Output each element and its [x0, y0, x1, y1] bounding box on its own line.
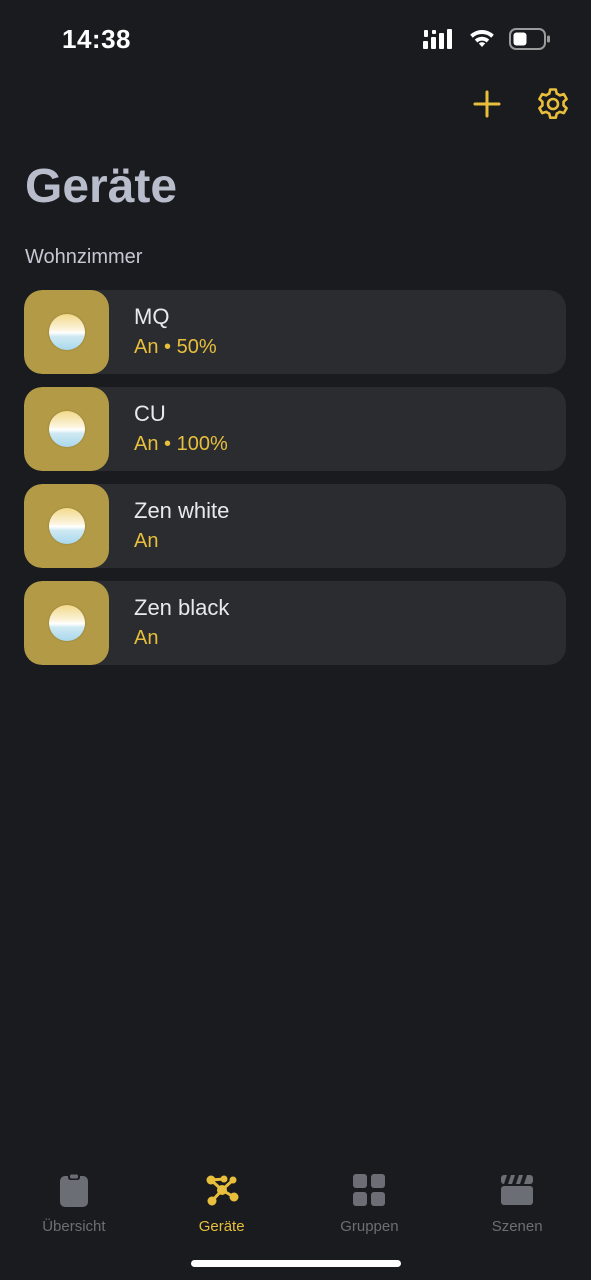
home-indicator[interactable]: [191, 1260, 401, 1267]
light-bulb-icon: [48, 314, 85, 350]
light-bulb-icon: [48, 508, 85, 544]
device-status: An • 50%: [134, 336, 217, 358]
device-toggle-tile[interactable]: [24, 484, 109, 568]
page-title: Geräte: [25, 160, 178, 213]
device-toggle-tile[interactable]: [24, 581, 109, 665]
device-name: Zen white: [134, 498, 230, 523]
device-name: Zen black: [134, 595, 230, 620]
add-device-button[interactable]: [467, 86, 507, 126]
device-status: An: [134, 627, 159, 649]
light-bulb-icon: [48, 605, 85, 641]
status-bar: 14:38: [0, 0, 591, 80]
status-time: 14:38: [62, 24, 131, 54]
network-nodes-icon: [202, 1170, 242, 1210]
room-section-label: Wohnzimmer: [25, 246, 143, 268]
device-toggle-tile[interactable]: [24, 387, 109, 471]
cellular-signal-icon: [423, 28, 455, 55]
grid-icon: [349, 1170, 389, 1210]
tab-label: Übersicht: [42, 1218, 106, 1235]
tab-overview[interactable]: Übersicht: [0, 1150, 148, 1280]
device-card[interactable]: Zen black An: [24, 581, 566, 665]
plus-icon: [472, 89, 502, 124]
device-toggle-tile[interactable]: [24, 290, 109, 374]
device-card[interactable]: Zen white An: [24, 484, 566, 568]
tab-label: Szenen: [491, 1218, 543, 1235]
tab-label: Gruppen: [340, 1218, 399, 1235]
tab-label: Geräte: [198, 1218, 245, 1235]
device-status: An • 100%: [134, 433, 228, 455]
device-card[interactable]: CU An • 100%: [24, 387, 566, 471]
device-name: CU: [134, 401, 166, 426]
light-bulb-icon: [48, 411, 85, 447]
battery-icon: [509, 28, 551, 55]
status-icons: [423, 28, 551, 55]
tab-scenes[interactable]: Szenen: [443, 1150, 591, 1280]
settings-button[interactable]: [533, 86, 573, 126]
device-list: MQ An • 50% CU An • 100% Zen white An Ze…: [24, 290, 566, 678]
clipboard-icon: [54, 1170, 94, 1210]
device-card[interactable]: MQ An • 50%: [24, 290, 566, 374]
clapperboard-icon: [497, 1170, 537, 1210]
device-status: An: [134, 530, 159, 552]
device-name: MQ: [134, 304, 170, 329]
gear-icon: [536, 87, 570, 126]
header-actions: [467, 86, 573, 126]
wifi-icon: [469, 29, 495, 54]
